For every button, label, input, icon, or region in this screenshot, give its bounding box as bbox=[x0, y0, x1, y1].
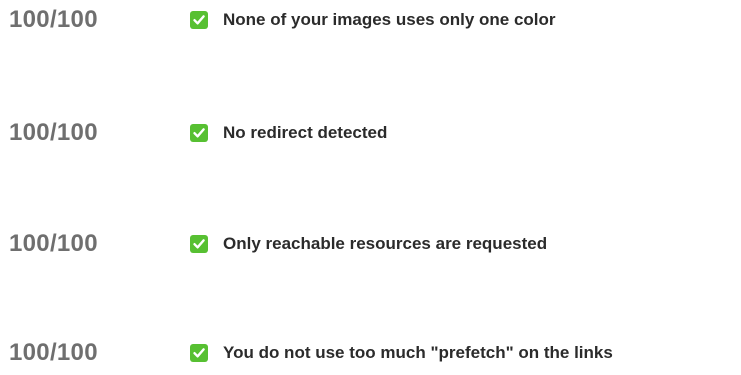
rule-score: 100/100 bbox=[9, 339, 98, 366]
rule-text: You do not use too much "prefetch" on th… bbox=[223, 343, 613, 362]
rule-score: 100/100 bbox=[9, 230, 98, 257]
rule-row: 100/100 None of your images uses only on… bbox=[0, 2, 741, 42]
rule-score: 100/100 bbox=[9, 119, 98, 146]
check-icon bbox=[190, 124, 208, 142]
check-icon bbox=[190, 344, 208, 362]
rule-row: 100/100 Only reachable resources are req… bbox=[0, 226, 741, 266]
check-icon bbox=[190, 11, 208, 29]
rule-score: 100/100 bbox=[9, 6, 98, 33]
rule-text: None of your images uses only one color bbox=[223, 10, 556, 29]
rule-row: 100/100 No redirect detected bbox=[0, 115, 741, 155]
rule-row: 100/100 You do not use too much "prefetc… bbox=[0, 335, 741, 375]
rule-text: Only reachable resources are requested bbox=[223, 234, 548, 253]
check-icon bbox=[190, 235, 208, 253]
rule-text: No redirect detected bbox=[223, 123, 388, 142]
